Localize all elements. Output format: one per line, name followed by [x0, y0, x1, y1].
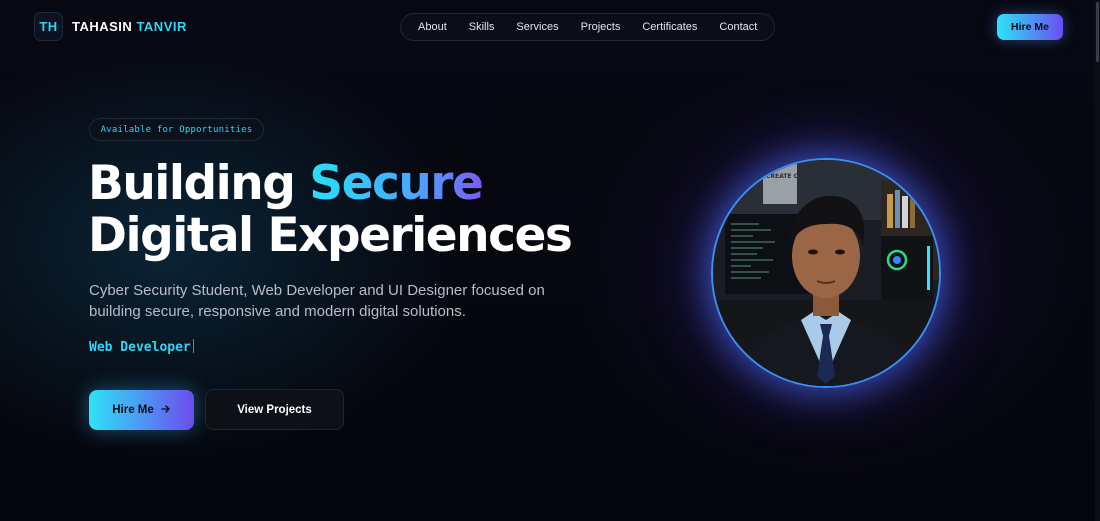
page-scrollbar[interactable]	[1095, 0, 1100, 521]
logo[interactable]: TH TAHASIN TANVIR	[34, 12, 187, 41]
hero-title-line2: Digital Experiences	[88, 208, 573, 263]
nav-projects[interactable]: Projects	[570, 21, 632, 33]
logo-name: TAHASIN TANVIR	[72, 19, 187, 34]
availability-badge: Available for Opportunities	[89, 118, 264, 141]
logo-first-name: TAHASIN	[72, 19, 133, 34]
hero-description: Cyber Security Student, Web Developer an…	[89, 282, 545, 320]
hero-title-highlight: Secure	[309, 156, 484, 211]
hero-title-part1: Building	[88, 156, 310, 211]
nav-about[interactable]: About	[407, 21, 458, 33]
availability-badge-text: Available for Opportunities	[100, 124, 253, 135]
poster-text-1: CREATE CONQUER	[766, 173, 827, 180]
hero-section: Available for Opportunities Building Sec…	[0, 0, 1100, 521]
logo-badge: TH	[34, 12, 63, 41]
hero-hire-label: Hire Me	[112, 404, 154, 416]
logo-last-name: TANVIR	[136, 19, 187, 34]
typed-role-text: Web Developer	[89, 340, 191, 355]
hero-hire-button[interactable]: Hire Me	[89, 390, 194, 430]
profile-photo: CREATE CONQUER	[713, 160, 939, 386]
typed-role: Web Developer	[89, 339, 194, 355]
nav-contact[interactable]: Contact	[708, 21, 768, 33]
header-hire-button[interactable]: Hire Me	[997, 14, 1063, 40]
arrow-right-icon	[161, 404, 171, 417]
typing-caret	[192, 339, 194, 353]
main-nav: About Skills Services Projects Certifica…	[400, 13, 776, 41]
scrollbar-thumb[interactable]	[1096, 2, 1099, 62]
view-projects-button[interactable]: View Projects	[205, 389, 344, 430]
profile-avatar: CREATE CONQUER	[711, 158, 941, 388]
site-header: TH TAHASIN TANVIR About Skills Services …	[0, 0, 1100, 54]
hero-title: Building Secure Digital Experiences	[88, 156, 573, 263]
nav-services[interactable]: Services	[505, 21, 569, 33]
nav-certificates[interactable]: Certificates	[631, 21, 708, 33]
nav-skills[interactable]: Skills	[458, 21, 506, 33]
